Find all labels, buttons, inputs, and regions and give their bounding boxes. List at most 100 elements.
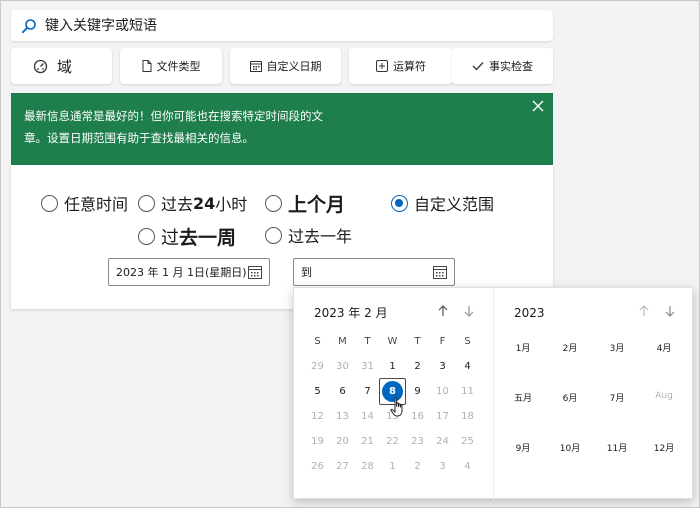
- calendar-day[interactable]: 13: [330, 411, 355, 422]
- operators-label: 运算符: [393, 60, 426, 73]
- domain-button[interactable]: 域: [11, 48, 112, 84]
- calendar-day[interactable]: 21: [355, 436, 380, 447]
- calendar-icon[interactable]: [248, 265, 262, 279]
- calendar-day[interactable]: 3: [430, 461, 455, 472]
- calendar-day[interactable]: 9: [405, 386, 430, 397]
- calendar-month[interactable]: 10月: [550, 441, 590, 454]
- calendar-month[interactable]: 7月: [597, 391, 637, 404]
- calendar-day[interactable]: 2: [405, 461, 430, 472]
- weekday-header: S: [464, 336, 471, 347]
- calendar-day[interactable]: 1: [380, 361, 405, 372]
- tip-text: 最新信息通常是最好的！但你可能也在搜索特定时间段的文章。设置日期范围有助于查找最…: [24, 109, 323, 145]
- calendar-day[interactable]: 17: [430, 411, 455, 422]
- calendar-day[interactable]: 1: [380, 461, 405, 472]
- calendar-month[interactable]: 4月: [644, 341, 684, 354]
- weekday-header: W: [387, 336, 398, 347]
- radio-last-month[interactable]: [265, 195, 282, 212]
- calendar-day[interactable]: 10: [430, 386, 455, 397]
- search-input[interactable]: [45, 17, 525, 34]
- search-bar[interactable]: [11, 10, 553, 41]
- calendar-day[interactable]: 4: [455, 461, 480, 472]
- calendar-day[interactable]: 5: [305, 386, 330, 397]
- arrow-up-icon[interactable]: [637, 304, 651, 318]
- close-icon[interactable]: [530, 98, 546, 114]
- option-past-week-prefix: 过: [161, 227, 179, 249]
- calendar-day[interactable]: 22: [380, 436, 405, 447]
- option-past-24-number: 24: [193, 193, 216, 213]
- calendar-month[interactable]: 9月: [503, 441, 543, 454]
- calendar-day[interactable]: 6: [330, 386, 355, 397]
- file-type-button[interactable]: 文件类型: [120, 48, 222, 84]
- radio-past-24-hours[interactable]: [138, 194, 155, 212]
- calendar-month[interactable]: 11月: [597, 441, 637, 454]
- to-date-field[interactable]: 到: [293, 258, 455, 286]
- radio-past-year[interactable]: [265, 226, 282, 244]
- calendar-icon[interactable]: [433, 265, 447, 279]
- calendar-day[interactable]: 16: [405, 411, 430, 422]
- calendar-day[interactable]: 18: [455, 411, 480, 422]
- calendar-day[interactable]: 26: [305, 461, 330, 472]
- month-title[interactable]: 2023 年 2 月: [314, 304, 388, 321]
- calendar-day[interactable]: 25: [455, 436, 480, 447]
- arrow-down-icon[interactable]: [462, 304, 476, 318]
- plus-box-icon: [376, 60, 388, 72]
- calendar-day[interactable]: 11: [455, 386, 480, 397]
- calendar-divider: [493, 288, 494, 500]
- domain-label: 域: [57, 57, 73, 76]
- radio-any-time[interactable]: [41, 194, 58, 212]
- to-date-value: 到: [301, 266, 312, 279]
- weekday-header: T: [414, 336, 421, 347]
- search-icon: [21, 18, 36, 33]
- option-past-24-hours[interactable]: 过去 24 小时: [138, 191, 247, 215]
- option-last-month[interactable]: 上个月: [265, 190, 345, 217]
- calendar-day[interactable]: 24: [430, 436, 455, 447]
- calendar-day[interactable]: 30: [330, 361, 355, 372]
- calendar-day[interactable]: 12: [305, 411, 330, 422]
- arrow-down-icon[interactable]: [663, 304, 677, 318]
- calendar-day[interactable]: 7: [355, 386, 380, 397]
- option-past-24-prefix: 过去: [161, 195, 194, 214]
- weekday-header: T: [364, 336, 371, 347]
- calendar-day[interactable]: 20: [330, 436, 355, 447]
- calendar-day[interactable]: 4: [455, 361, 480, 372]
- calendar-month[interactable]: 五月: [503, 391, 543, 404]
- calendar-day[interactable]: 3: [430, 361, 455, 372]
- calendar-day[interactable]: 19: [305, 436, 330, 447]
- custom-date-button[interactable]: 自定义日期: [230, 48, 341, 84]
- arrow-up-icon[interactable]: [436, 304, 450, 318]
- option-past-week[interactable]: 过去一周: [138, 223, 236, 250]
- calendar-day[interactable]: 28: [355, 461, 380, 472]
- radio-past-week[interactable]: [138, 228, 155, 245]
- radio-custom-range[interactable]: [391, 194, 408, 212]
- calendar-day[interactable]: 14: [355, 411, 380, 422]
- calendar-day[interactable]: 31: [355, 361, 380, 372]
- checkmark-icon: [472, 62, 484, 71]
- calendar-month[interactable]: 2月: [550, 341, 590, 354]
- option-past-year[interactable]: 过去一年: [265, 223, 352, 247]
- from-date-field[interactable]: 2023 年 1 月 1日(星期日): [108, 258, 270, 286]
- calendar-month[interactable]: 3月: [597, 341, 637, 354]
- weekday-header: S: [314, 336, 321, 347]
- calendar-icon: [249, 61, 262, 72]
- calendar-day[interactable]: 27: [330, 461, 355, 472]
- option-any-time[interactable]: 任意时间: [41, 191, 128, 215]
- calendar-day[interactable]: 29: [305, 361, 330, 372]
- calendar-month[interactable]: 12月: [644, 441, 684, 454]
- speedometer-icon: [33, 59, 48, 73]
- calendar-month[interactable]: 6月: [550, 391, 590, 404]
- calendar-day[interactable]: 23: [405, 436, 430, 447]
- option-custom-range[interactable]: 自定义范围: [391, 191, 494, 215]
- calendar-month[interactable]: 1月: [503, 341, 543, 354]
- fact-check-button[interactable]: 事实检查: [452, 48, 553, 84]
- document-icon: [142, 60, 151, 72]
- option-custom-range-label: 自定义范围: [414, 195, 495, 214]
- option-past-week-bold: 去一周: [179, 227, 237, 249]
- operators-button[interactable]: 运算符: [349, 48, 453, 84]
- option-last-month-label: 上个月: [288, 194, 346, 216]
- year-title[interactable]: 2023: [514, 306, 545, 320]
- from-date-value: 2023 年 1 月 1日(星期日): [116, 266, 247, 279]
- calendar-popup: 2023 年 2 月 S M T W T F S 29 30 31 1 2 3 4 5 6 7 8 9 10 11 12 1…: [293, 287, 693, 500]
- calendar-month[interactable]: Aug: [644, 391, 684, 401]
- calendar-day[interactable]: 2: [405, 361, 430, 372]
- custom-date-label: 自定义日期: [266, 60, 322, 73]
